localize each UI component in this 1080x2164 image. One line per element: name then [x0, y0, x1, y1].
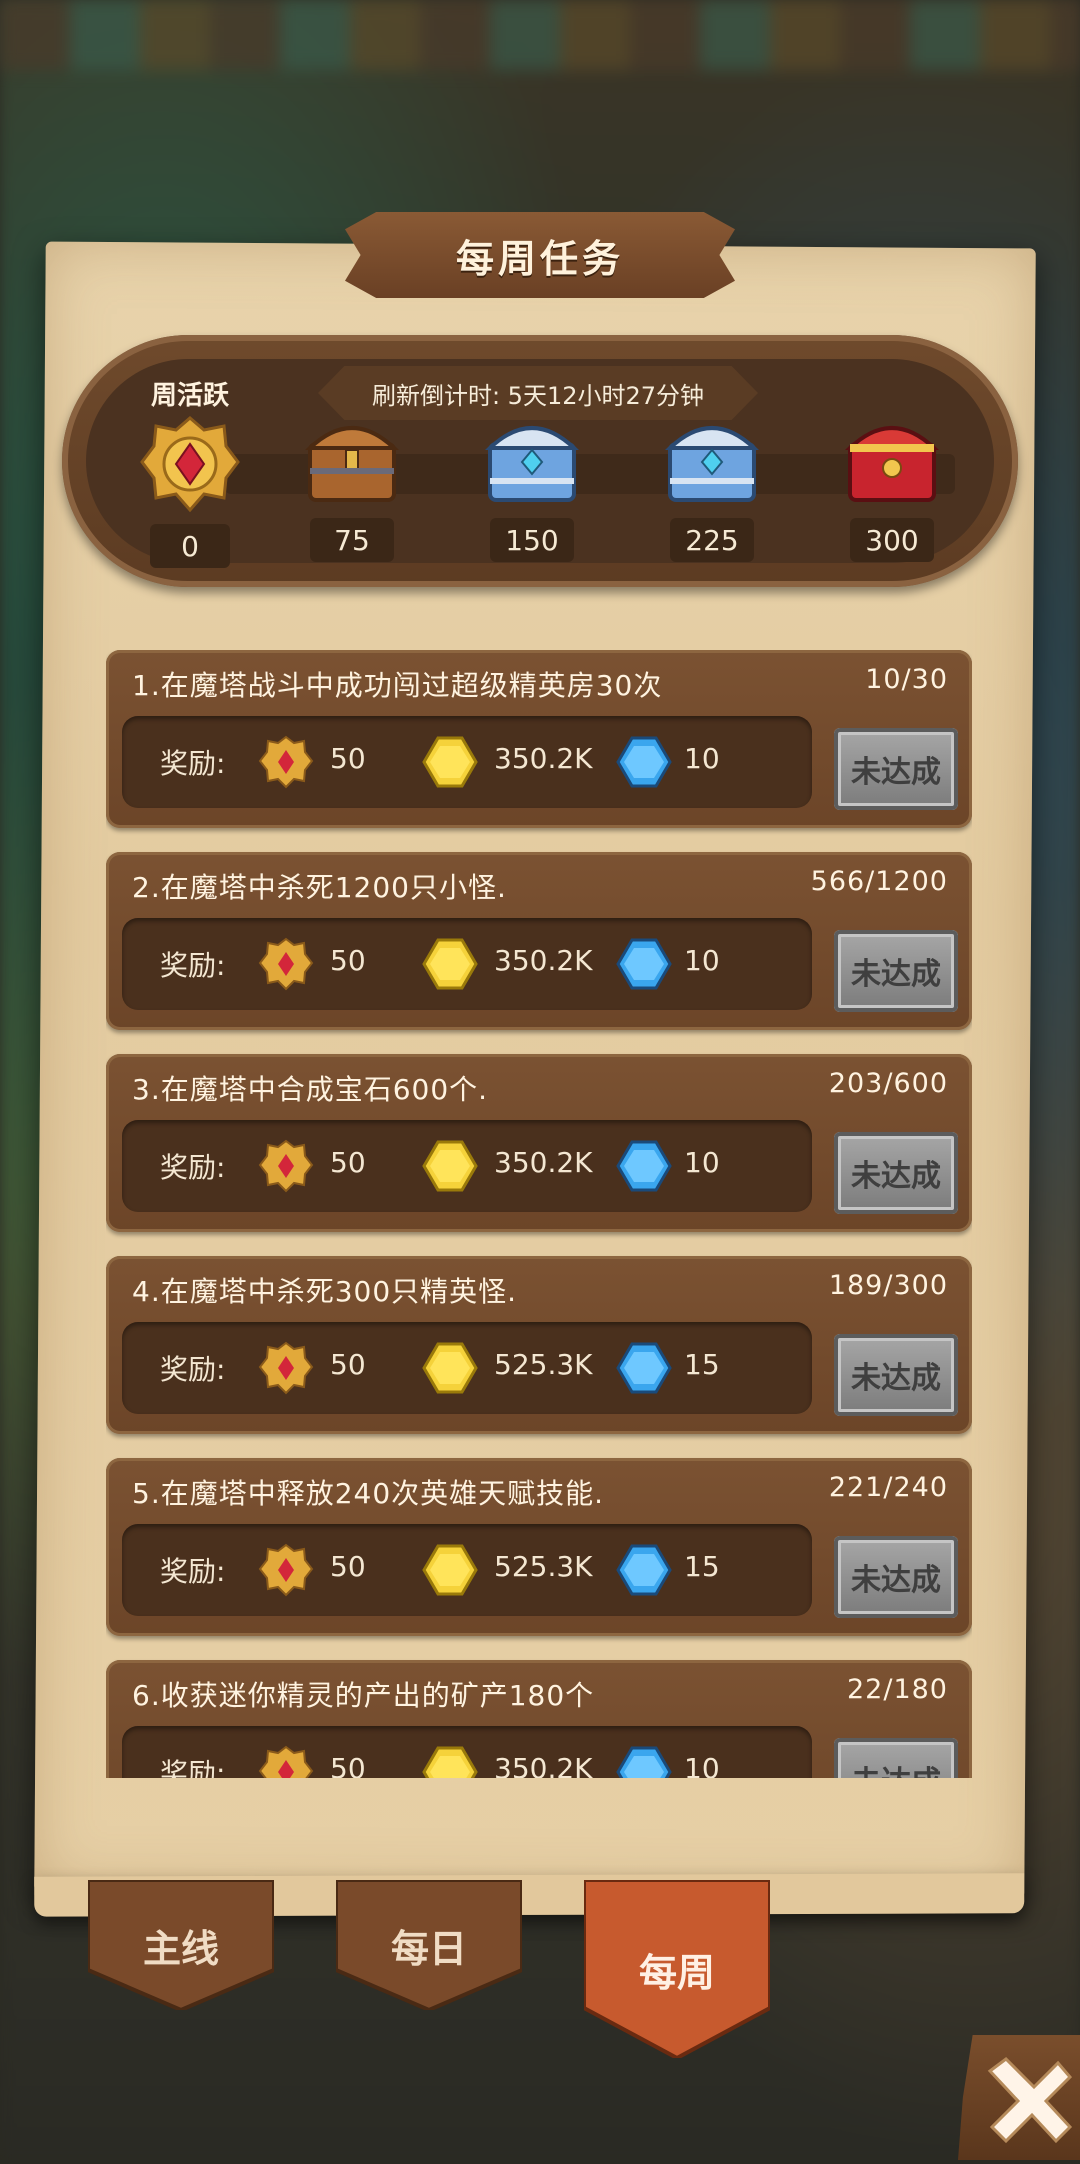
- task-progress: 566/1200: [810, 866, 948, 897]
- not-completed-button[interactable]: 未达成: [834, 1536, 958, 1618]
- gold-reward-value: 525.3K: [494, 1348, 593, 1381]
- gem-reward-value: 10: [684, 944, 720, 977]
- gold-reward-value: 350.2K: [494, 1146, 593, 1179]
- background-top-strip: [0, 0, 1080, 70]
- close-button[interactable]: [958, 2035, 1080, 2160]
- task-title: 2.在魔塔中杀死1200只小怪.: [132, 871, 507, 904]
- blue-gem-icon: [616, 1544, 672, 1596]
- wooden-chest-icon[interactable]: [302, 414, 402, 506]
- gold-coin-icon: [422, 938, 478, 990]
- task-row: 6.收获迷你精灵的产出的矿产180个 22/180 奖励: 50 350.2K …: [106, 1660, 972, 1778]
- gem-reward-value: 15: [684, 1348, 720, 1381]
- red-gold-chest-icon[interactable]: [842, 414, 942, 506]
- gold-reward-value: 525.3K: [494, 1550, 593, 1583]
- task-progress: 10/30: [865, 664, 948, 695]
- reward-bar: 奖励: 50 350.2K 10: [122, 918, 812, 1010]
- gold-coin-icon: [422, 1746, 478, 1778]
- activity-reward-value: 50: [330, 1752, 366, 1778]
- activity-reward-value: 50: [330, 1146, 366, 1179]
- not-completed-button[interactable]: 未达成: [834, 1738, 958, 1778]
- task-row: 3.在魔塔中合成宝石600个. 203/600 奖励: 50 350.2K 10…: [106, 1054, 972, 1232]
- gem-reward-value: 10: [684, 742, 720, 775]
- task-list[interactable]: 1.在魔塔战斗中成功闯过超级精英房30次 10/30 奖励: 50 350.2K…: [106, 650, 972, 1778]
- reward-label: 奖励:: [160, 949, 226, 982]
- gem-reward-value: 10: [684, 1752, 720, 1778]
- milestone-score-300: 300: [850, 518, 934, 562]
- reward-bar: 奖励: 50 350.2K 10: [122, 716, 812, 808]
- activity-reward-value: 50: [330, 742, 366, 775]
- activity-medal-icon: [258, 735, 314, 789]
- tab-main[interactable]: 主线: [88, 1880, 274, 2010]
- task-row: 2.在魔塔中杀死1200只小怪. 566/1200 奖励: 50 350.2K …: [106, 852, 972, 1030]
- not-completed-button[interactable]: 未达成: [834, 1132, 958, 1214]
- reward-label: 奖励:: [160, 1757, 226, 1778]
- not-completed-button[interactable]: 未达成: [834, 728, 958, 810]
- task-title: 5.在魔塔中释放240次英雄天赋技能.: [132, 1477, 605, 1510]
- title-banner: 每周任务: [345, 212, 735, 298]
- task-title: 3.在魔塔中合成宝石600个.: [132, 1073, 489, 1106]
- activity-medal-icon: [258, 937, 314, 991]
- tab-main-label: 主线: [142, 1926, 219, 1971]
- tab-daily[interactable]: 每日: [336, 1880, 522, 2010]
- activity-medal-icon: [258, 1745, 314, 1778]
- task-row: 4.在魔塔中杀死300只精英怪. 189/300 奖励: 50 525.3K 1…: [106, 1256, 972, 1434]
- reward-label: 奖励:: [160, 1151, 226, 1184]
- gem-reward-value: 10: [684, 1146, 720, 1179]
- blue-gem-icon: [616, 1342, 672, 1394]
- silver-chest-icon[interactable]: [662, 414, 762, 506]
- gold-reward-value: 350.2K: [494, 742, 593, 775]
- reward-bar: 奖励: 50 525.3K 15: [122, 1524, 812, 1616]
- activity-reward-value: 50: [330, 944, 366, 977]
- close-x-icon: [987, 2057, 1073, 2144]
- countdown-text: 刷新倒计时: 5天12小时27分钟: [371, 381, 705, 410]
- gold-coin-icon: [422, 1140, 478, 1192]
- activity-medal-icon: [140, 416, 240, 513]
- task-progress: 203/600: [828, 1068, 948, 1099]
- current-activity-score: 0: [150, 524, 230, 568]
- task-row: 1.在魔塔战斗中成功闯过超级精英房30次 10/30 奖励: 50 350.2K…: [106, 650, 972, 828]
- not-completed-button[interactable]: 未达成: [834, 930, 958, 1012]
- blue-gem-icon: [616, 938, 672, 990]
- gold-coin-icon: [422, 736, 478, 788]
- blue-gem-icon: [616, 736, 672, 788]
- gem-reward-value: 15: [684, 1550, 720, 1583]
- gold-coin-icon: [422, 1544, 478, 1596]
- activity-medal-icon: [258, 1341, 314, 1395]
- blue-gem-icon: [616, 1140, 672, 1192]
- not-completed-button[interactable]: 未达成: [834, 1334, 958, 1416]
- gold-reward-value: 350.2K: [494, 1752, 593, 1778]
- tab-weekly[interactable]: 每周: [584, 1880, 770, 2058]
- countdown-plate: 刷新倒计时: 5天12小时27分钟: [318, 366, 758, 420]
- reward-bar: 奖励: 50 350.2K 10: [122, 1726, 812, 1778]
- milestone-score-150: 150: [490, 518, 574, 562]
- task-title: 4.在魔塔中杀死300只精英怪.: [132, 1275, 518, 1308]
- reward-label: 奖励:: [160, 747, 226, 780]
- activity-medal-icon: [258, 1139, 314, 1193]
- gold-coin-icon: [422, 1342, 478, 1394]
- silver-chest-icon[interactable]: [482, 414, 582, 506]
- task-progress: 189/300: [828, 1270, 948, 1301]
- milestone-score-75: 75: [310, 518, 394, 562]
- gold-reward-value: 350.2K: [494, 944, 593, 977]
- reward-bar: 奖励: 50 350.2K 10: [122, 1120, 812, 1212]
- milestone-score-225: 225: [670, 518, 754, 562]
- panel-title: 每周任务: [455, 236, 624, 281]
- task-title: 1.在魔塔战斗中成功闯过超级精英房30次: [132, 669, 663, 702]
- activity-reward-value: 50: [330, 1348, 366, 1381]
- tab-weekly-label: 每周: [638, 1950, 715, 1995]
- task-progress: 221/240: [828, 1472, 948, 1503]
- activity-medal-icon: [258, 1543, 314, 1597]
- reward-label: 奖励:: [160, 1353, 226, 1386]
- activity-reward-value: 50: [330, 1550, 366, 1583]
- task-row: 5.在魔塔中释放240次英雄天赋技能. 221/240 奖励: 50 525.3…: [106, 1458, 972, 1636]
- reward-bar: 奖励: 50 525.3K 15: [122, 1322, 812, 1414]
- weekly-activity-label: 周活跃: [150, 381, 229, 411]
- task-title: 6.收获迷你精灵的产出的矿产180个: [132, 1679, 595, 1712]
- task-progress: 22/180: [847, 1674, 948, 1705]
- reward-label: 奖励:: [160, 1555, 226, 1588]
- blue-gem-icon: [616, 1746, 672, 1778]
- tab-daily-label: 每日: [390, 1926, 467, 1971]
